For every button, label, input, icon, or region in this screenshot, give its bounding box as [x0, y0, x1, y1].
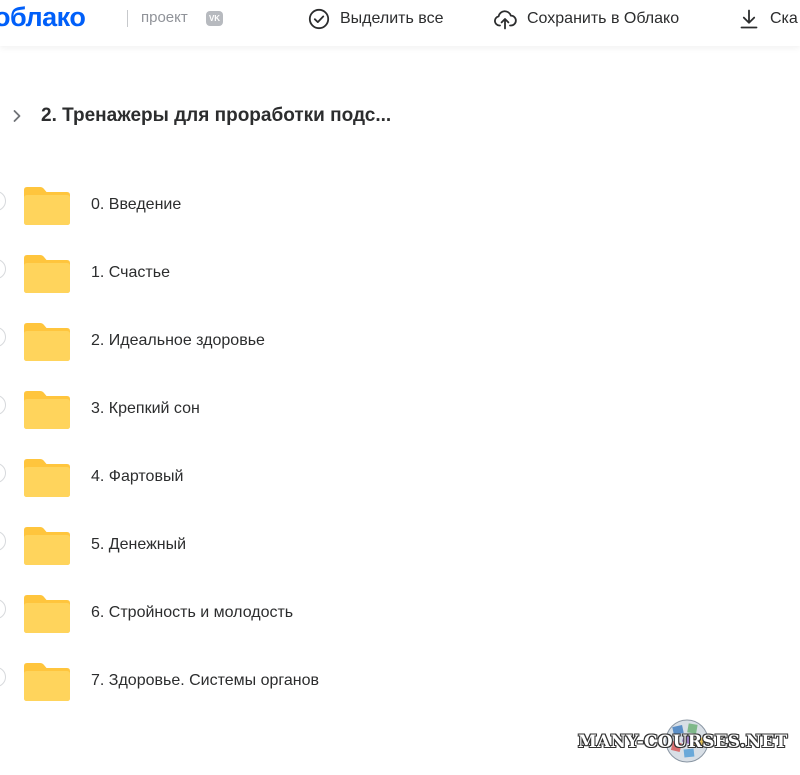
folder-name: 5. Денежный — [91, 536, 187, 553]
select-checkbox[interactable] — [0, 395, 6, 415]
breadcrumb: 2. Тренажеры для проработки подс... — [8, 103, 391, 129]
folder-row[interactable]: 0. Введение — [0, 172, 800, 240]
folder-row[interactable]: 1. Счастье — [0, 240, 800, 308]
select-checkbox[interactable] — [0, 327, 6, 347]
vk-logo-icon: VK — [206, 11, 223, 26]
select-checkbox[interactable] — [0, 531, 6, 551]
folder-row[interactable]: 4. Фартовый — [0, 444, 800, 512]
cloud-logo[interactable]: облако — [0, 2, 86, 33]
folder-name: 7. Здоровье. Системы органов — [91, 672, 320, 689]
folder-row[interactable]: 7. Здоровье. Системы органов — [0, 648, 800, 716]
save-to-cloud-button[interactable]: Сохранить в Облако — [493, 7, 679, 31]
cloud-upload-icon — [493, 8, 517, 30]
folder-name: 2. Идеальное здоровье — [91, 332, 265, 349]
logo-divider — [127, 10, 128, 27]
select-checkbox[interactable] — [0, 667, 6, 687]
folder-icon — [22, 252, 72, 295]
folder-list: 0. Введение 1. Счастье 2. Идеальное здор… — [0, 172, 800, 716]
folder-name: 4. Фартовый — [91, 468, 184, 485]
folder-name: 1. Счастье — [91, 264, 170, 281]
chevron-right-icon[interactable] — [8, 107, 26, 125]
folder-icon — [22, 320, 72, 363]
folder-row[interactable]: 6. Стройность и молодость — [0, 580, 800, 648]
folder-row[interactable]: 2. Идеальное здоровье — [0, 308, 800, 376]
watermark-text: MANY-COURSES.NET — [578, 732, 788, 752]
select-checkbox[interactable] — [0, 463, 6, 483]
folder-title: 2. Тренажеры для проработки подс... — [41, 105, 392, 126]
folder-row[interactable]: 3. Крепкий сон — [0, 376, 800, 444]
select-all-label: Выделить все — [340, 10, 444, 27]
folder-icon — [22, 660, 72, 703]
folder-icon — [22, 184, 72, 227]
folder-icon — [22, 592, 72, 635]
select-checkbox[interactable] — [0, 599, 6, 619]
top-toolbar: облако проект VK Выделить все Сохранить … — [0, 0, 800, 46]
folder-name: 6. Стройность и молодость — [91, 604, 294, 621]
select-checkbox[interactable] — [0, 259, 6, 279]
folder-name: 0. Введение — [91, 196, 182, 213]
download-icon — [738, 8, 760, 30]
project-label: проект — [141, 9, 188, 26]
folder-name: 3. Крепкий сон — [91, 400, 200, 417]
folder-row[interactable]: 5. Денежный — [0, 512, 800, 580]
cloud-folder-page: облако проект VK Выделить все Сохранить … — [0, 0, 800, 775]
check-circle-icon — [308, 8, 330, 30]
download-label: Ска — [770, 10, 798, 27]
folder-icon — [22, 524, 72, 567]
save-to-cloud-label: Сохранить в Облако — [527, 10, 680, 27]
select-checkbox[interactable] — [0, 191, 6, 211]
watermark: MANY-COURSES.NET — [578, 716, 800, 772]
download-button[interactable]: Ска — [738, 7, 798, 31]
select-all-button[interactable]: Выделить все — [308, 7, 443, 31]
folder-icon — [22, 388, 72, 431]
folder-icon — [22, 456, 72, 499]
